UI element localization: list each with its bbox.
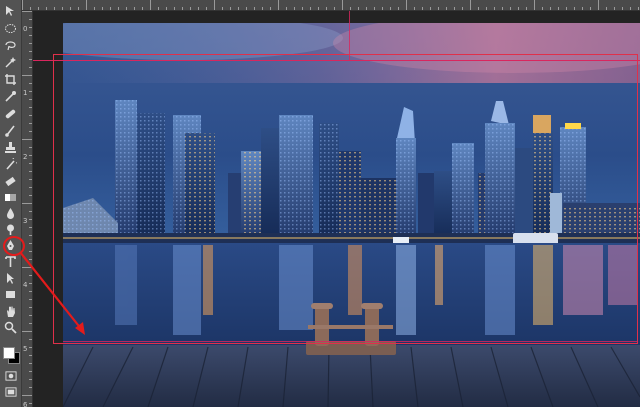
foreground-color-swatch[interactable] xyxy=(3,347,15,359)
annotation-arrow xyxy=(19,251,85,335)
